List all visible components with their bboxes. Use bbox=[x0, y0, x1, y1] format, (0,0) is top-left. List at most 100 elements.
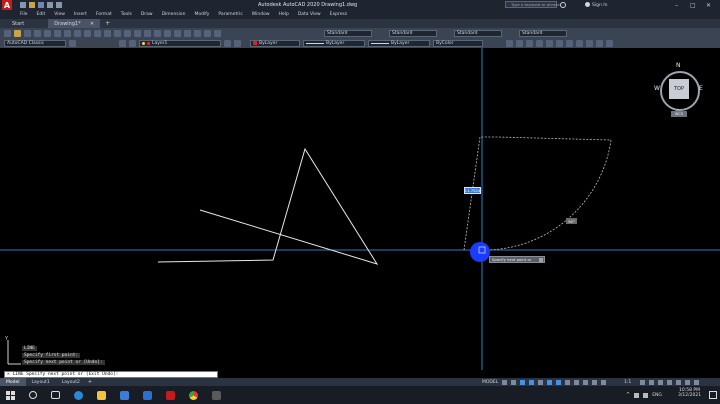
publish-icon[interactable] bbox=[54, 29, 61, 37]
menu-window[interactable]: Window bbox=[252, 12, 270, 17]
viewcube-top-face[interactable]: TOP bbox=[669, 79, 689, 99]
search-input[interactable]: Type a keyword or phrase bbox=[505, 1, 560, 8]
clean-screen-icon[interactable] bbox=[685, 379, 690, 385]
otrack-toggle-icon[interactable] bbox=[547, 379, 552, 385]
calculator-icon[interactable] bbox=[214, 29, 221, 37]
selection-cycling-icon[interactable] bbox=[583, 379, 588, 385]
lineweight-combo[interactable]: ByLayer bbox=[368, 39, 430, 47]
copy-icon[interactable] bbox=[74, 29, 81, 37]
menu-insert[interactable]: Insert bbox=[74, 12, 87, 17]
viewcube[interactable]: TOP N S W E bbox=[654, 62, 704, 116]
save-file-icon[interactable] bbox=[24, 29, 31, 37]
menu-format[interactable]: Format bbox=[96, 12, 112, 17]
annotation-monitor-icon[interactable] bbox=[649, 379, 654, 385]
quick-properties-icon[interactable] bbox=[667, 379, 672, 385]
units-icon[interactable] bbox=[658, 379, 663, 385]
copy-object-icon[interactable] bbox=[576, 39, 583, 47]
network-icon[interactable] bbox=[634, 392, 640, 398]
clock[interactable]: 10:58 PM 3/12/2021 bbox=[678, 388, 701, 398]
close-command-icon[interactable]: ✕ bbox=[7, 372, 10, 377]
plotstyle-combo[interactable]: ByColor bbox=[433, 39, 483, 47]
erase-icon[interactable] bbox=[606, 39, 613, 47]
paste-icon[interactable] bbox=[84, 29, 91, 37]
menu-dimension[interactable]: Dimension bbox=[162, 12, 186, 17]
preview-icon[interactable] bbox=[44, 29, 51, 37]
redo-icon[interactable] bbox=[56, 2, 62, 8]
rotate-icon[interactable] bbox=[586, 39, 593, 47]
make-current-icon[interactable] bbox=[224, 39, 231, 47]
tab-model[interactable]: Model bbox=[0, 378, 26, 386]
draw-line-icon[interactable] bbox=[506, 39, 513, 47]
chrome-icon[interactable] bbox=[189, 390, 198, 400]
mail-icon[interactable] bbox=[143, 390, 152, 400]
task-view-icon[interactable] bbox=[51, 391, 60, 399]
notifications-icon[interactable] bbox=[709, 391, 717, 399]
cut-icon[interactable] bbox=[64, 29, 71, 37]
table-style-combo[interactable]: Standard bbox=[454, 29, 502, 37]
menu-express[interactable]: Express bbox=[330, 12, 348, 17]
tool-palettes-icon[interactable] bbox=[184, 29, 191, 37]
snap-toggle-icon[interactable] bbox=[511, 379, 516, 385]
menu-modify[interactable]: Modify bbox=[195, 12, 210, 17]
color-combo[interactable]: ByLayer bbox=[250, 39, 300, 47]
command-line-input[interactable]: ✕ LINE Specify next point or [Exit Undo]… bbox=[4, 371, 218, 378]
tab-start[interactable]: Start bbox=[6, 19, 30, 28]
open-file-icon[interactable] bbox=[14, 29, 21, 37]
auto-scale-icon[interactable] bbox=[601, 379, 606, 385]
tray-chevron-icon[interactable]: ^ bbox=[626, 392, 630, 398]
menu-tools[interactable]: Tools bbox=[121, 12, 132, 17]
dim-style-combo[interactable]: Standard bbox=[389, 29, 437, 37]
draw-circle-icon[interactable] bbox=[526, 39, 533, 47]
autocad-taskbar-icon[interactable] bbox=[166, 390, 175, 400]
maximize-button[interactable]: □ bbox=[690, 2, 696, 9]
close-button[interactable]: ✕ bbox=[706, 2, 711, 9]
workspace-switch-icon[interactable] bbox=[640, 379, 645, 385]
isodraft-toggle-icon[interactable] bbox=[538, 379, 543, 385]
pan-icon[interactable] bbox=[124, 29, 131, 37]
redo-toolbar-icon[interactable] bbox=[114, 29, 121, 37]
lineweight-toggle-icon[interactable] bbox=[565, 379, 570, 385]
menu-view[interactable]: View bbox=[54, 12, 65, 17]
design-center-icon[interactable] bbox=[174, 29, 181, 37]
osnap-toggle-icon[interactable] bbox=[556, 379, 561, 385]
mleader-style-combo[interactable]: Standard bbox=[519, 29, 567, 37]
menu-help[interactable]: Help bbox=[279, 12, 289, 17]
compass-west[interactable]: W bbox=[654, 85, 660, 92]
close-tab-icon[interactable]: ✕ bbox=[90, 21, 94, 27]
open-icon[interactable] bbox=[29, 2, 35, 8]
layer-properties-icon[interactable] bbox=[119, 39, 126, 47]
language-indicator[interactable]: ENG bbox=[652, 393, 662, 398]
undo-icon[interactable] bbox=[47, 2, 53, 8]
move-icon[interactable] bbox=[566, 39, 573, 47]
draw-rectangle-icon[interactable] bbox=[546, 39, 553, 47]
draw-polyline-icon[interactable] bbox=[516, 39, 523, 47]
menu-data-view[interactable]: Data View bbox=[298, 12, 321, 17]
save-icon[interactable] bbox=[38, 2, 44, 8]
trim-icon[interactable] bbox=[596, 39, 603, 47]
markup-icon[interactable] bbox=[204, 29, 211, 37]
autocad-logo-icon[interactable]: A bbox=[2, 0, 12, 10]
tab-layout2[interactable]: Layout2 bbox=[56, 378, 86, 386]
new-tab-icon[interactable]: + bbox=[105, 20, 110, 27]
dynamic-length-input[interactable]: 11.7524 bbox=[464, 187, 481, 194]
annotation-scale[interactable]: 1:1 bbox=[624, 380, 631, 385]
ortho-toggle-icon[interactable] bbox=[520, 379, 525, 385]
layer-state-icon[interactable] bbox=[129, 39, 136, 47]
windows-start-icon[interactable] bbox=[6, 390, 15, 400]
drawing-area[interactable] bbox=[0, 48, 720, 370]
transparency-toggle-icon[interactable] bbox=[574, 379, 579, 385]
new-icon[interactable] bbox=[20, 2, 26, 8]
annotation-visibility-icon[interactable] bbox=[592, 379, 597, 385]
draw-arc-icon[interactable] bbox=[536, 39, 543, 47]
workspace-settings-icon[interactable] bbox=[69, 39, 76, 47]
plot-icon[interactable] bbox=[34, 29, 41, 37]
search-icon[interactable] bbox=[560, 2, 566, 8]
compass-north[interactable]: N bbox=[676, 62, 681, 69]
menu-edit[interactable]: Edit bbox=[37, 12, 46, 17]
prompt-options-arrow-icon[interactable] bbox=[539, 257, 543, 262]
linetype-combo[interactable]: ByLayer bbox=[303, 39, 365, 47]
customization-menu-icon[interactable] bbox=[694, 379, 699, 385]
menu-file[interactable]: File bbox=[20, 12, 28, 17]
tab-layout1[interactable]: Layout1 bbox=[26, 378, 56, 386]
file-explorer-icon[interactable] bbox=[97, 390, 106, 400]
